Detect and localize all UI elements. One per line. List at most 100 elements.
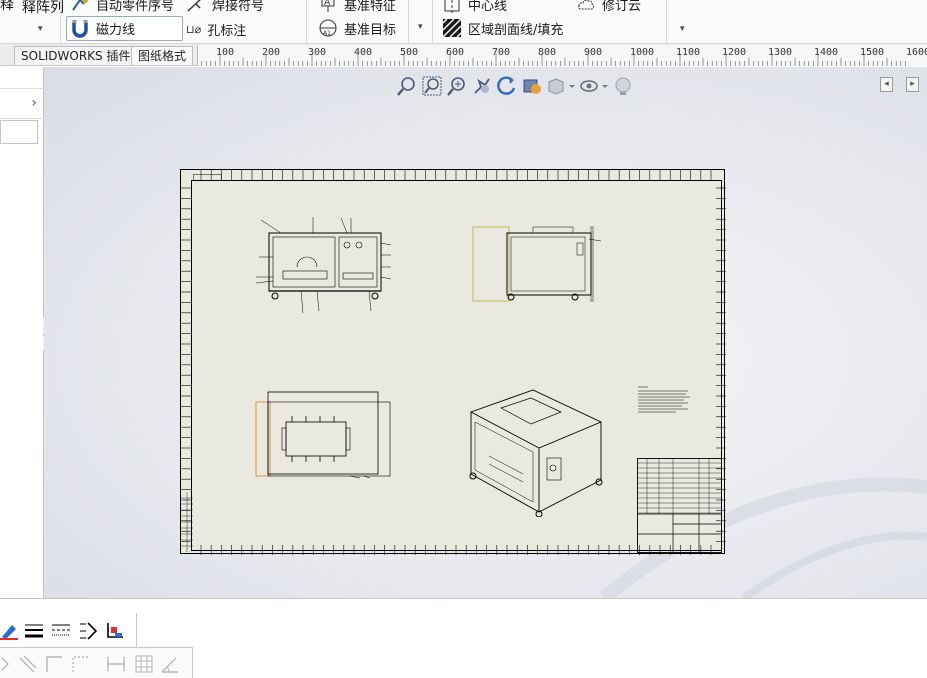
ruler-tick-label: 1000 xyxy=(630,47,655,58)
auto-balloon-button[interactable]: 自动零件序号 xyxy=(70,0,174,14)
ruler-tick-label: 500 xyxy=(400,47,419,58)
weld-symbol-label: 焊接符号 xyxy=(212,0,265,14)
chevron-right-icon: › xyxy=(31,95,37,111)
chevron-down-icon: ▾ xyxy=(680,24,685,34)
auto-balloon-label: 自动零件序号 xyxy=(96,0,175,14)
datum-target-icon: A1 xyxy=(318,18,338,38)
revision-cloud-icon xyxy=(576,0,596,14)
title-block xyxy=(637,458,722,553)
hide-show-icon[interactable] xyxy=(579,75,609,97)
tab-solidworks-addins-label: SOLIDWORKS 插件 xyxy=(21,49,131,63)
area-hatch-button[interactable]: 区域剖面线/填充 xyxy=(442,18,563,38)
ruler-tick-label: 400 xyxy=(354,47,373,58)
hole-callout-label: 孔标注 xyxy=(207,24,247,39)
magnetic-line-content: 磁力线 xyxy=(70,18,135,38)
tab-solidworks-addins[interactable]: SOLIDWORKS 插件 xyxy=(14,46,138,65)
side-view[interactable] xyxy=(471,225,611,315)
auto-balloon-icon xyxy=(70,0,90,14)
zoom-to-fit-icon[interactable] xyxy=(396,75,418,97)
ribbon-separator xyxy=(60,0,61,44)
centerline-icon xyxy=(442,0,462,14)
sketch-centerline-corner-icon[interactable] xyxy=(70,654,90,674)
magnet-icon xyxy=(70,18,90,38)
weld-symbol-button[interactable]: 焊接符号 xyxy=(186,0,264,14)
line-thickness-icon[interactable] xyxy=(24,621,44,641)
front-view[interactable] xyxy=(251,215,411,325)
annotation-array-label: 释阵列 xyxy=(22,0,64,16)
hole-callout-icon: ⊔⌀ xyxy=(186,23,202,36)
ribbon-separator xyxy=(408,0,409,44)
zoom-to-area-icon[interactable] xyxy=(421,75,443,97)
weld-symbol-icon xyxy=(186,0,206,14)
ruler-tick-label: 1200 xyxy=(722,47,747,58)
appearance-icon[interactable] xyxy=(612,75,634,97)
command-manager-ribbon: 释 释阵列 ▾ 自动零件序号 焊接符号 磁力线 ⊔⌀ 孔标注 A 基准特征 A1… xyxy=(0,0,927,44)
ruler-tick-label: 1300 xyxy=(768,47,793,58)
panel-header-row xyxy=(0,67,44,89)
ruler-tick-label: 1600 xyxy=(906,47,927,58)
graphics-area[interactable]: ◂ ▸ xyxy=(44,67,927,598)
sketch-line-icon[interactable] xyxy=(18,654,38,674)
grid-icon[interactable] xyxy=(134,654,154,674)
annotation-array-dropdown[interactable]: ▾ xyxy=(38,24,43,34)
tab-sheet-format[interactable]: 图纸格式 xyxy=(131,46,194,65)
sketch-arc-icon[interactable] xyxy=(0,654,20,674)
heads-up-view-toolbar xyxy=(396,75,634,97)
magnetic-line-label: 磁力线 xyxy=(96,22,136,38)
angle-icon[interactable] xyxy=(160,654,180,674)
svg-text:A1: A1 xyxy=(323,30,331,37)
annotation-array-button[interactable]: 释 xyxy=(0,0,14,14)
line-style-icon[interactable] xyxy=(51,621,71,641)
area-hatch-icon xyxy=(442,18,462,38)
panel-expand-row[interactable]: › xyxy=(0,89,44,119)
annotation-array-label-clipped: 释 xyxy=(0,0,14,13)
ruler-tick-label: 300 xyxy=(308,47,327,58)
revision-cloud-button[interactable]: 修订云 xyxy=(576,0,641,14)
ruler-tick-label: 100 xyxy=(216,47,235,58)
format-toolbar xyxy=(0,613,137,647)
ribbon-separator xyxy=(432,0,433,44)
horizontal-ruler: 100 200 300 400 500 600 700 800 900 1000 1100 1200 1… xyxy=(197,45,927,66)
revision-cloud-label: 修订云 xyxy=(602,0,642,14)
expand-task-pane-button[interactable]: ▸ xyxy=(906,77,919,92)
restore-view-button[interactable]: ◂ xyxy=(880,77,893,92)
datum-feature-button[interactable]: A 基准特征 xyxy=(318,0,396,14)
hide-show-edges-icon[interactable] xyxy=(78,621,98,641)
ribbon-separator xyxy=(306,0,307,44)
sheet-title-tab xyxy=(193,174,222,181)
pan-icon[interactable] xyxy=(471,75,493,97)
ribbon-separator xyxy=(666,0,667,44)
ruler-tick-label: 900 xyxy=(584,47,603,58)
tab-sheet-format-label: 图纸格式 xyxy=(138,49,187,63)
line-color-icon[interactable] xyxy=(0,621,20,641)
annotation-array-label-button[interactable]: 释阵列 xyxy=(22,0,64,17)
previous-view-icon[interactable] xyxy=(521,75,543,97)
datum-target-button[interactable]: A1 基准目标 xyxy=(318,18,396,38)
panel-filter-input[interactable] xyxy=(0,120,38,144)
datum-target-label: 基准目标 xyxy=(344,22,397,38)
ruler-tick-label: 200 xyxy=(262,47,281,58)
sketch-corner-icon[interactable] xyxy=(44,654,64,674)
color-display-mode-icon[interactable] xyxy=(105,621,125,641)
left-revision-strip xyxy=(181,492,193,552)
chevron-down-icon: ▾ xyxy=(38,24,43,34)
ribbon-overflow-dropdown[interactable]: ▾ xyxy=(680,24,685,34)
more-annotations-dropdown[interactable]: ▾ xyxy=(418,22,423,32)
dimension-icon[interactable] xyxy=(106,654,126,674)
sketch-toolbar xyxy=(0,647,193,678)
display-style-icon[interactable] xyxy=(546,75,576,97)
hole-callout-button[interactable]: ⊔⌀ 孔标注 xyxy=(186,20,246,39)
bottom-toolbar-area xyxy=(0,598,927,678)
zoom-in-out-icon[interactable] xyxy=(446,75,468,97)
top-view[interactable] xyxy=(254,390,404,485)
area-hatch-label: 区域剖面线/填充 xyxy=(468,22,564,38)
ruler-tick-label: 700 xyxy=(492,47,511,58)
drawing-sheet[interactable] xyxy=(180,169,726,555)
ruler-tick-label: 1500 xyxy=(860,47,885,58)
ruler-tick-label: 600 xyxy=(446,47,465,58)
datum-feature-label: 基准特征 xyxy=(344,0,397,14)
centerline-button[interactable]: 中心线 xyxy=(442,0,507,14)
ruler-tick-label: 800 xyxy=(538,47,557,58)
rotate-icon[interactable] xyxy=(496,75,518,97)
isometric-view[interactable] xyxy=(461,382,611,517)
